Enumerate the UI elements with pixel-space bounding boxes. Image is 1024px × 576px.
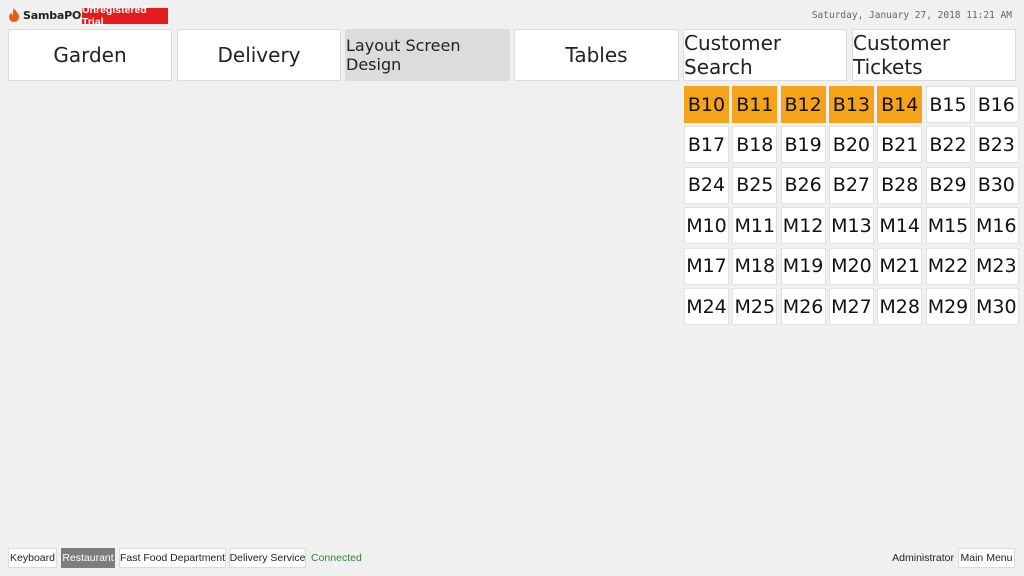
table-button-m22[interactable]: M22 [925, 247, 971, 285]
table-button-m18[interactable]: M18 [732, 247, 778, 285]
main-menu-button[interactable]: Main Menu [958, 548, 1015, 568]
connection-status: Connected [311, 552, 362, 564]
table-button-b25[interactable]: B25 [732, 166, 778, 204]
table-button-m19[interactable]: M19 [780, 247, 826, 285]
table-button-m20[interactable]: M20 [828, 247, 874, 285]
table-button-b12[interactable]: B12 [780, 86, 826, 123]
keyboard-button[interactable]: Keyboard [8, 548, 57, 568]
table-button-b23[interactable]: B23 [973, 126, 1019, 164]
table-button-b14[interactable]: B14 [877, 86, 923, 123]
table-button-m13[interactable]: M13 [828, 207, 874, 245]
bottom-bar: Keyboard Restaurant Fast Food Department… [0, 546, 1024, 570]
nav-button-tables[interactable]: Tables [514, 29, 679, 81]
department-restaurant-button[interactable]: Restaurant [61, 548, 115, 568]
table-button-b13[interactable]: B13 [828, 86, 874, 123]
table-button-b18[interactable]: B18 [732, 126, 778, 164]
app-logo: SambaPOS [8, 7, 89, 23]
table-button-m23[interactable]: M23 [973, 247, 1019, 285]
nav-button-customer-search[interactable]: Customer Search [683, 29, 847, 81]
table-button-m11[interactable]: M11 [732, 207, 778, 245]
nav-button-garden[interactable]: Garden [8, 29, 172, 81]
department-fast-food-button[interactable]: Fast Food Department [119, 548, 226, 568]
table-button-m15[interactable]: M15 [925, 207, 971, 245]
table-button-b11[interactable]: B11 [732, 86, 778, 123]
table-button-m26[interactable]: M26 [780, 288, 826, 325]
department-delivery-service-button[interactable]: Delivery Service [229, 548, 306, 568]
table-button-b16[interactable]: B16 [973, 86, 1019, 123]
table-button-m10[interactable]: M10 [684, 207, 729, 245]
table-button-b10[interactable]: B10 [684, 86, 729, 123]
table-button-b19[interactable]: B19 [780, 126, 826, 164]
nav-button-delivery[interactable]: Delivery [177, 29, 341, 81]
table-button-m21[interactable]: M21 [877, 247, 923, 285]
table-button-b24[interactable]: B24 [684, 166, 729, 204]
table-button-m30[interactable]: M30 [973, 288, 1019, 325]
trial-badge: Unregistered Trial [82, 4, 168, 28]
table-button-m27[interactable]: M27 [828, 288, 874, 325]
app-name: SambaPOS [23, 8, 89, 22]
table-button-b27[interactable]: B27 [828, 166, 874, 204]
table-button-m24[interactable]: M24 [684, 288, 729, 325]
nav-button-customer-tickets[interactable]: Customer Tickets [852, 29, 1016, 81]
top-bar: SambaPOS Unregistered Trial Saturday, Ja… [0, 0, 1024, 28]
table-button-m12[interactable]: M12 [780, 207, 826, 245]
flame-icon [9, 8, 19, 22]
table-button-m14[interactable]: M14 [877, 207, 923, 245]
table-button-m29[interactable]: M29 [925, 288, 971, 325]
nav-button-layout-screen-design[interactable]: Layout Screen Design [345, 29, 510, 81]
table-button-b21[interactable]: B21 [877, 126, 923, 164]
table-button-m28[interactable]: M28 [877, 288, 923, 325]
table-button-b30[interactable]: B30 [973, 166, 1019, 204]
table-button-b29[interactable]: B29 [925, 166, 971, 204]
table-button-b26[interactable]: B26 [780, 166, 826, 204]
current-user: Administrator [892, 552, 954, 564]
table-button-b28[interactable]: B28 [877, 166, 923, 204]
table-button-m17[interactable]: M17 [684, 247, 729, 285]
table-button-m25[interactable]: M25 [732, 288, 778, 325]
table-button-b17[interactable]: B17 [684, 126, 729, 164]
table-button-b22[interactable]: B22 [925, 126, 971, 164]
table-button-b20[interactable]: B20 [828, 126, 874, 164]
table-button-m16[interactable]: M16 [973, 207, 1019, 245]
table-button-b15[interactable]: B15 [925, 86, 971, 123]
datetime-display: Saturday, January 27, 2018 11:21 AM [811, 10, 1012, 21]
